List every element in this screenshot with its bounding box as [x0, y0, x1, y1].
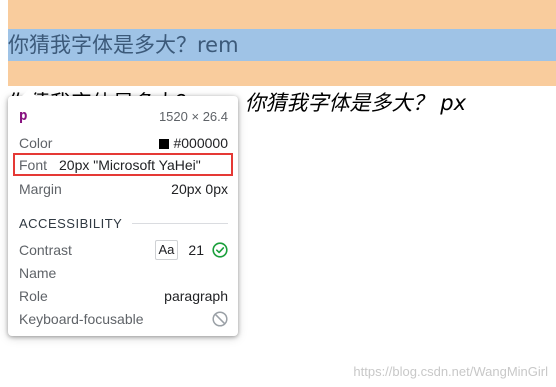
- name-row: Name: [19, 263, 228, 283]
- tooltip-header: p 1520 × 26.4: [19, 106, 228, 126]
- accessibility-heading-text: ACCESSIBILITY: [19, 215, 123, 231]
- color-value: #000000: [159, 135, 228, 151]
- font-row: Font 20px "Microsoft YaHei": [19, 155, 228, 175]
- color-value-text: #000000: [173, 135, 228, 151]
- paragraph-text-px: 你猜我字体是多大？ px: [244, 91, 466, 115]
- margin-value: 20px 0px: [171, 181, 228, 197]
- contrast-sample: Aa: [154, 240, 179, 260]
- accessibility-heading: ACCESSIBILITY: [19, 213, 228, 233]
- inspect-tooltip: p 1520 × 26.4 Color #000000 Font 20px "M…: [8, 89, 238, 336]
- not-allowed-icon: [212, 311, 228, 327]
- role-row: Role paragraph: [19, 286, 228, 306]
- contrast-row: Contrast Aa 21: [19, 240, 228, 260]
- margin-label: Margin: [19, 181, 62, 197]
- tooltip-arrow: [22, 89, 36, 96]
- highlighted-paragraph-text: 你猜我字体是多大？rem: [8, 33, 239, 57]
- color-label: Color: [19, 135, 53, 151]
- element-tag: p: [19, 108, 28, 124]
- color-swatch-icon: [159, 139, 170, 149]
- font-value: 20px "Microsoft YaHei": [59, 157, 201, 173]
- contrast-label: Contrast: [19, 242, 72, 258]
- name-label: Name: [19, 265, 57, 281]
- section-divider: [132, 222, 228, 224]
- margin-overlay-bottom: [8, 61, 556, 86]
- color-row: Color #000000: [19, 133, 228, 153]
- keyboard-label: Keyboard-focusable: [19, 311, 144, 327]
- contrast-value-group: Aa 21: [154, 240, 228, 260]
- element-dimensions: 1520 × 26.4: [158, 108, 228, 124]
- check-circle-icon: [212, 242, 228, 258]
- page-viewport: 你猜我字体是多大？rem 你猜我字体是多大？rem你猜我字体是多大？ px p …: [0, 0, 556, 387]
- margin-row: Margin 20px 0px: [19, 179, 228, 199]
- role-label: Role: [19, 288, 48, 304]
- contrast-ratio: 21: [188, 242, 204, 258]
- role-value: paragraph: [164, 288, 228, 304]
- font-label: Font: [19, 157, 48, 173]
- watermark: https://blog.csdn.net/WangMinGirl: [353, 364, 548, 379]
- margin-overlay-top: [8, 0, 556, 29]
- keyboard-row: Keyboard-focusable: [19, 309, 228, 329]
